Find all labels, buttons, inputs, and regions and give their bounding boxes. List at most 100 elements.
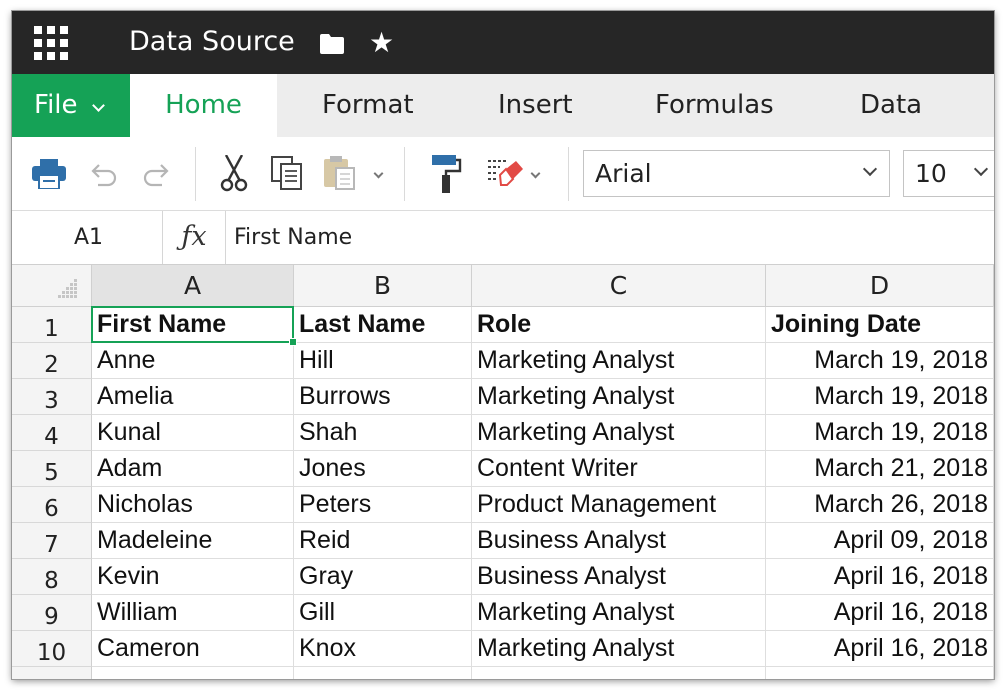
cell-a9[interactable]: William [92,595,294,631]
clear-format-icon[interactable] [486,157,524,191]
cell-reference-box[interactable]: A1 [12,211,163,264]
row-header-6[interactable]: 6 [12,487,92,523]
row-header-1[interactable]: 1 [12,307,92,343]
cell-a2[interactable]: Anne [92,343,294,379]
font-family-select[interactable]: Arial [583,150,890,197]
cell-a4[interactable]: Kunal [92,415,294,451]
cell-b7[interactable]: Reid [294,523,472,559]
row-header-4[interactable]: 4 [12,415,92,451]
cell-c10[interactable]: Marketing Analyst [472,631,766,667]
cell-c9[interactable]: Marketing Analyst [472,595,766,631]
cell-b9[interactable]: Gill [294,595,472,631]
folder-icon[interactable] [320,34,344,54]
empty-cell[interactable] [766,667,994,679]
empty-cell[interactable] [92,667,294,679]
cell-d1[interactable]: Joining Date [766,307,994,343]
formula-input[interactable]: First Name [234,211,974,264]
cell-b8[interactable]: Gray [294,559,472,595]
cell-d4[interactable]: March 19, 2018 [766,415,994,451]
toolbar-divider [404,147,405,201]
cell-b6[interactable]: Peters [294,487,472,523]
row-header-7[interactable]: 7 [12,523,92,559]
toolbar-divider [195,147,196,201]
paste-icon[interactable] [322,155,360,191]
file-menu-button[interactable]: File [12,74,130,137]
cut-icon[interactable] [220,155,248,193]
clear-options-chevron-icon[interactable] [530,168,541,179]
print-icon[interactable] [32,159,66,189]
cell-d9[interactable]: April 16, 2018 [766,595,994,631]
cell-a7[interactable]: Madeleine [92,523,294,559]
title-bar: Data Source ★ [12,11,994,74]
chevron-down-icon [862,161,878,177]
cell-b2[interactable]: Hill [294,343,472,379]
column-header-c[interactable]: C [472,265,766,307]
cell-c3[interactable]: Marketing Analyst [472,379,766,415]
select-all-icon [58,279,77,298]
cell-b4[interactable]: Shah [294,415,472,451]
cell-a8[interactable]: Kevin [92,559,294,595]
cell-a6[interactable]: Nicholas [92,487,294,523]
toolbar: Arial 10 [12,137,994,211]
font-size-value: 10 [915,159,947,188]
cell-c8[interactable]: Business Analyst [472,559,766,595]
undo-icon[interactable] [90,161,118,187]
cell-c6[interactable]: Product Management [472,487,766,523]
cell-d8[interactable]: April 16, 2018 [766,559,994,595]
empty-cell[interactable] [472,667,766,679]
cell-c7[interactable]: Business Analyst [472,523,766,559]
document-title[interactable]: Data Source [129,25,295,59]
cell-d5[interactable]: March 21, 2018 [766,451,994,487]
column-header-a[interactable]: A [92,265,294,307]
format-painter-icon[interactable] [432,155,462,193]
apps-grid-icon[interactable] [34,26,68,60]
empty-cell[interactable] [294,667,472,679]
cell-a1[interactable]: First Name [92,307,294,343]
cell-a5[interactable]: Adam [92,451,294,487]
function-icon[interactable]: ƒx [163,211,226,264]
cell-a10[interactable]: Cameron [92,631,294,667]
cell-d7[interactable]: April 09, 2018 [766,523,994,559]
row-header-2[interactable]: 2 [12,343,92,379]
spreadsheet-window: Data Source ★ File Home Format Insert Fo… [12,11,994,679]
cell-c1[interactable]: Role [472,307,766,343]
font-size-select[interactable]: 10 [903,150,994,197]
copy-icon[interactable] [270,155,304,191]
cell-d2[interactable]: March 19, 2018 [766,343,994,379]
tab-insert[interactable]: Insert [498,74,573,137]
paste-options-chevron-icon[interactable] [373,168,384,179]
cell-c5[interactable]: Content Writer [472,451,766,487]
row-header-next[interactable] [12,667,92,679]
chevron-down-icon [92,99,105,112]
row-header-10[interactable]: 10 [12,631,92,667]
tab-formulas[interactable]: Formulas [655,74,774,137]
row-header-9[interactable]: 9 [12,595,92,631]
redo-icon[interactable] [142,161,170,187]
row-header-3[interactable]: 3 [12,379,92,415]
spreadsheet-grid: A B C D 1 First Name Last Name Role Joining Date… [12,265,994,679]
column-header-d[interactable]: D [766,265,994,307]
row-header-8[interactable]: 8 [12,559,92,595]
row-header-5[interactable]: 5 [12,451,92,487]
cell-d10[interactable]: April 16, 2018 [766,631,994,667]
cell-b10[interactable]: Knox [294,631,472,667]
select-all-corner[interactable] [12,265,92,307]
chevron-down-icon [973,161,989,177]
cell-b1[interactable]: Last Name [294,307,472,343]
cell-d3[interactable]: March 19, 2018 [766,379,994,415]
formula-bar: A1 ƒx First Name [12,211,994,265]
tab-home[interactable]: Home [130,74,277,137]
cell-b5[interactable]: Jones [294,451,472,487]
cell-d6[interactable]: March 26, 2018 [766,487,994,523]
cell-c2[interactable]: Marketing Analyst [472,343,766,379]
cell-a3[interactable]: Amelia [92,379,294,415]
fill-handle[interactable] [289,338,297,346]
column-header-b[interactable]: B [294,265,472,307]
file-menu-label: File [34,90,78,120]
tab-format[interactable]: Format [322,74,414,137]
cell-b3[interactable]: Burrows [294,379,472,415]
cell-c4[interactable]: Marketing Analyst [472,415,766,451]
star-icon[interactable]: ★ [369,28,394,58]
tab-data[interactable]: Data [860,74,922,137]
ribbon-tab-bar: File Home Format Insert Formulas Data [12,74,994,137]
